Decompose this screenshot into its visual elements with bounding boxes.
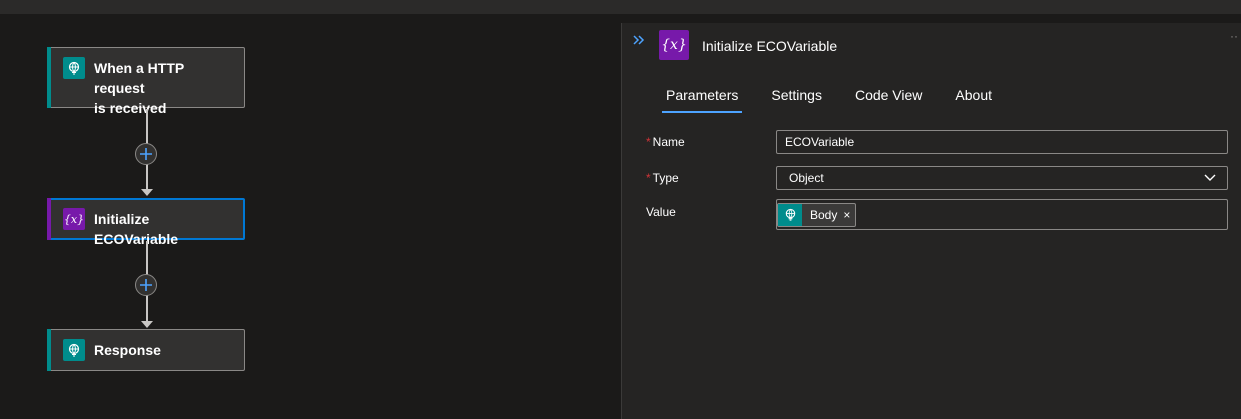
connector-arrow xyxy=(141,189,153,196)
action2-card-title: Response xyxy=(94,342,161,358)
tab-about[interactable]: About xyxy=(951,85,996,113)
action-card-initialize-variable[interactable]: {x} Initialize ECOVariable xyxy=(47,198,245,247)
trigger-card-title: When a HTTP request is received xyxy=(94,58,236,118)
http-response-icon xyxy=(63,339,85,361)
double-chevron-right-icon[interactable] xyxy=(632,33,646,49)
type-field-label: * Type xyxy=(646,171,679,185)
trigger-title-line2: is received xyxy=(94,100,167,116)
value-input[interactable]: Body × xyxy=(776,199,1228,230)
tab-parameters[interactable]: Parameters xyxy=(662,85,743,113)
add-step-button[interactable] xyxy=(135,143,157,165)
required-mark: * xyxy=(646,171,651,185)
action-card-response[interactable]: Response xyxy=(47,329,245,371)
value-field-label: Value xyxy=(646,205,676,219)
http-request-icon xyxy=(778,203,802,226)
tab-settings[interactable]: Settings xyxy=(767,85,826,113)
type-dropdown-value: Object xyxy=(789,171,824,185)
type-label-text: Type xyxy=(652,171,679,185)
variable-icon: {x} xyxy=(63,208,85,230)
required-mark: * xyxy=(646,135,651,149)
trigger-title-line1: When a HTTP request xyxy=(94,60,184,96)
add-step-button[interactable] xyxy=(135,274,157,296)
panel-title: Initialize ECOVariable xyxy=(702,38,838,54)
action-details-panel: {x} Initialize ECOVariable ·· Parameters… xyxy=(621,23,1241,419)
name-input-value: ECOVariable xyxy=(785,135,855,149)
token-label: Body xyxy=(810,207,838,222)
plus-icon xyxy=(140,148,152,160)
name-field-label: * Name xyxy=(646,135,685,149)
action1-card-title: Initialize ECOVariable xyxy=(94,211,179,247)
connector-arrow xyxy=(141,321,153,328)
top-bar xyxy=(0,0,1241,14)
type-dropdown[interactable]: Object xyxy=(776,166,1228,190)
chevron-down-icon xyxy=(1204,174,1216,181)
card-accent-stripe xyxy=(47,47,51,108)
trigger-card-http-request[interactable]: When a HTTP request is received xyxy=(47,47,245,116)
more-options-icon[interactable]: ·· xyxy=(1230,29,1238,43)
name-label-text: Name xyxy=(652,135,685,149)
dynamic-content-token[interactable]: Body × xyxy=(777,202,857,227)
name-input[interactable]: ECOVariable xyxy=(776,130,1228,154)
card-accent-stripe xyxy=(47,329,51,371)
http-request-icon xyxy=(63,57,85,79)
variable-icon: {x} xyxy=(659,30,689,60)
token-remove-button[interactable]: × xyxy=(841,208,855,222)
card-accent-stripe xyxy=(47,198,51,240)
tab-code-view[interactable]: Code View xyxy=(851,85,926,113)
plus-icon xyxy=(140,279,152,291)
panel-tabs: Parameters Settings Code View About xyxy=(662,85,1021,113)
